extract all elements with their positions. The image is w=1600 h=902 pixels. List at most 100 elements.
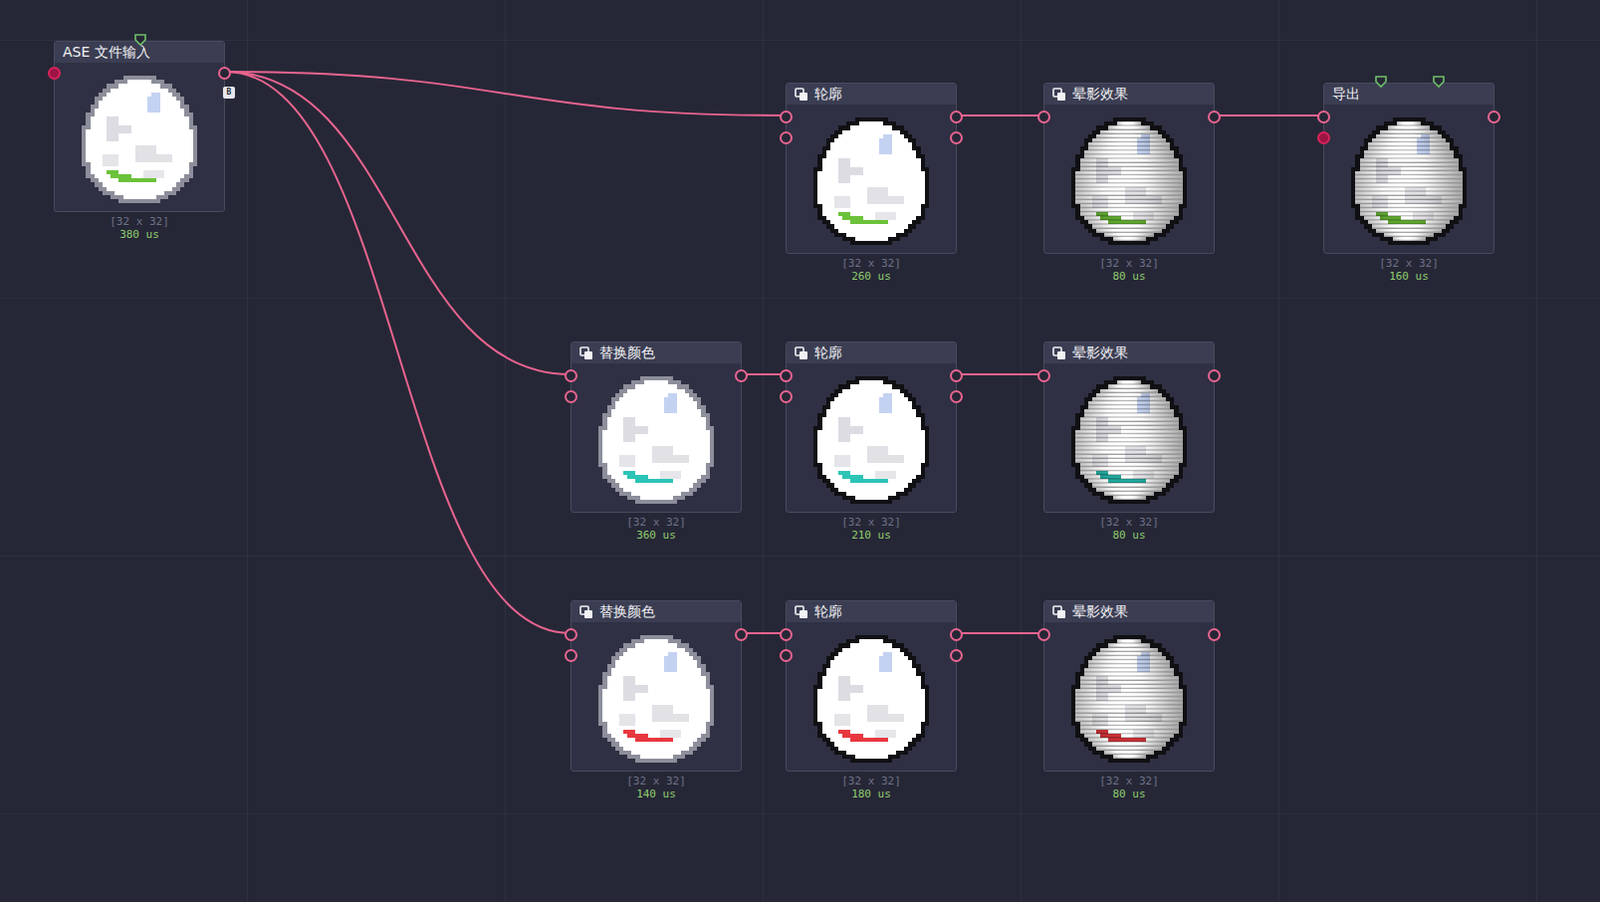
node-header[interactable]: 轮廓: [786, 342, 956, 364]
wire[interactable]: [225, 71, 571, 375]
copy-icon: [1052, 346, 1067, 361]
graph-node[interactable]: 晕影效果[32 x 32]80 us: [1043, 600, 1215, 772]
input-pin[interactable]: [1037, 369, 1051, 383]
wire[interactable]: [956, 373, 1044, 376]
output-pin[interactable]: [1207, 369, 1221, 383]
graph-node[interactable]: 轮廓[32 x 32]180 us: [785, 600, 957, 772]
node-time: 360 us: [571, 528, 741, 542]
node-title: 轮廓: [814, 85, 843, 104]
node-preview: [1044, 363, 1214, 512]
node-stats: [32 x 32]380 us: [54, 215, 225, 241]
node-preview: [571, 363, 741, 512]
node-preview: [786, 363, 956, 512]
output-pin[interactable]: [1207, 628, 1221, 642]
node-title: 替换颜色: [599, 603, 656, 622]
copy-icon: [579, 346, 594, 361]
input-pin[interactable]: [779, 369, 793, 383]
node-title: 轮廓: [814, 603, 843, 622]
node-header[interactable]: 替换颜色: [571, 342, 741, 364]
node-size: [32 x 32]: [1044, 515, 1214, 529]
input-pin[interactable]: [47, 66, 61, 80]
node-stats: [32 x 32]210 us: [786, 515, 956, 542]
output-pin[interactable]: [218, 66, 231, 80]
output-pin[interactable]: [1207, 110, 1221, 124]
node-time: 210 us: [786, 528, 956, 542]
graph-node[interactable]: 替换颜色[32 x 32]360 us: [570, 341, 742, 513]
node-stats: [32 x 32]160 us: [1324, 256, 1494, 283]
node-title: 晕影效果: [1072, 344, 1129, 363]
node-size: [32 x 32]: [571, 774, 741, 788]
graph-node[interactable]: 晕影效果[32 x 32]80 us: [1043, 341, 1215, 513]
input-pin[interactable]: [1037, 110, 1051, 124]
node-header[interactable]: 导出: [1324, 83, 1494, 105]
marker-icon[interactable]: [1431, 74, 1446, 89]
graph-node[interactable]: ASE 文件输入B[32 x 32]380 us: [53, 40, 226, 213]
input-pin[interactable]: [779, 649, 793, 663]
wire[interactable]: [225, 71, 786, 116]
input-pin[interactable]: [779, 390, 793, 404]
input-pin[interactable]: [779, 110, 793, 124]
wire[interactable]: [1214, 114, 1324, 117]
graph-node[interactable]: 轮廓[32 x 32]210 us: [785, 341, 957, 513]
node-title: 轮廓: [814, 344, 843, 363]
node-header[interactable]: 晕影效果: [1044, 83, 1214, 105]
node-size: [32 x 32]: [786, 774, 956, 788]
input-pin[interactable]: [1317, 110, 1331, 124]
wire[interactable]: [956, 114, 1044, 117]
egg-preview-icon: [1063, 372, 1195, 504]
node-header[interactable]: 晕影效果: [1044, 342, 1214, 364]
node-canvas[interactable]: ASE 文件输入B[32 x 32]380 us轮廓[32 x 32]260 u…: [0, 0, 1600, 902]
output-pin[interactable]: [949, 110, 963, 124]
node-time: 80 us: [1044, 528, 1214, 542]
input-pin[interactable]: [779, 628, 793, 642]
egg-preview-icon: [590, 372, 722, 504]
input-pin[interactable]: [564, 649, 578, 663]
output-pin[interactable]: [949, 131, 963, 145]
node-badge[interactable]: B: [223, 86, 235, 99]
output-pin[interactable]: [949, 628, 963, 642]
node-header[interactable]: 轮廓: [786, 601, 956, 623]
node-size: [32 x 32]: [1044, 774, 1214, 788]
wire[interactable]: [225, 71, 571, 634]
node-size: [32 x 32]: [786, 515, 956, 529]
node-time: 140 us: [571, 787, 741, 801]
node-preview: [786, 622, 956, 771]
egg-preview-icon: [1063, 631, 1195, 763]
input-pin[interactable]: [564, 390, 578, 404]
node-size: [32 x 32]: [571, 515, 741, 529]
node-stats: [32 x 32]140 us: [571, 774, 741, 801]
marker-icon[interactable]: [1373, 74, 1388, 89]
output-pin[interactable]: [734, 369, 748, 383]
node-header[interactable]: 替换颜色: [571, 601, 741, 623]
node-header[interactable]: ASE 文件输入: [54, 41, 225, 63]
graph-node[interactable]: 轮廓[32 x 32]260 us: [785, 82, 957, 254]
output-pin[interactable]: [1487, 110, 1501, 124]
input-pin[interactable]: [779, 131, 793, 145]
node-stats: [32 x 32]80 us: [1044, 774, 1214, 801]
graph-node[interactable]: 晕影效果[32 x 32]80 us: [1043, 82, 1215, 254]
node-title: ASE 文件输入: [62, 43, 151, 62]
node-preview: [1044, 622, 1214, 771]
wire[interactable]: [956, 632, 1044, 635]
node-title: 晕影效果: [1072, 85, 1129, 104]
output-pin[interactable]: [949, 390, 963, 404]
egg-preview-icon: [805, 113, 937, 245]
output-pin[interactable]: [949, 369, 963, 383]
node-stats: [32 x 32]80 us: [1044, 515, 1214, 542]
marker-icon[interactable]: [133, 32, 148, 47]
node-header[interactable]: 晕影效果: [1044, 601, 1214, 623]
node-time: 380 us: [54, 228, 225, 241]
graph-node[interactable]: 替换颜色[32 x 32]140 us: [570, 600, 742, 772]
node-time: 160 us: [1324, 269, 1494, 283]
output-pin[interactable]: [949, 649, 963, 663]
output-pin[interactable]: [734, 628, 748, 642]
node-size: [32 x 32]: [54, 215, 225, 229]
input-pin[interactable]: [1317, 131, 1331, 145]
input-pin[interactable]: [564, 628, 578, 642]
input-pin[interactable]: [564, 369, 578, 383]
node-header[interactable]: 轮廓: [786, 83, 956, 105]
input-pin[interactable]: [1037, 628, 1051, 642]
node-size: [32 x 32]: [1324, 256, 1494, 270]
graph-node[interactable]: 导出[32 x 32]160 us: [1323, 82, 1495, 254]
node-time: 80 us: [1044, 269, 1214, 283]
